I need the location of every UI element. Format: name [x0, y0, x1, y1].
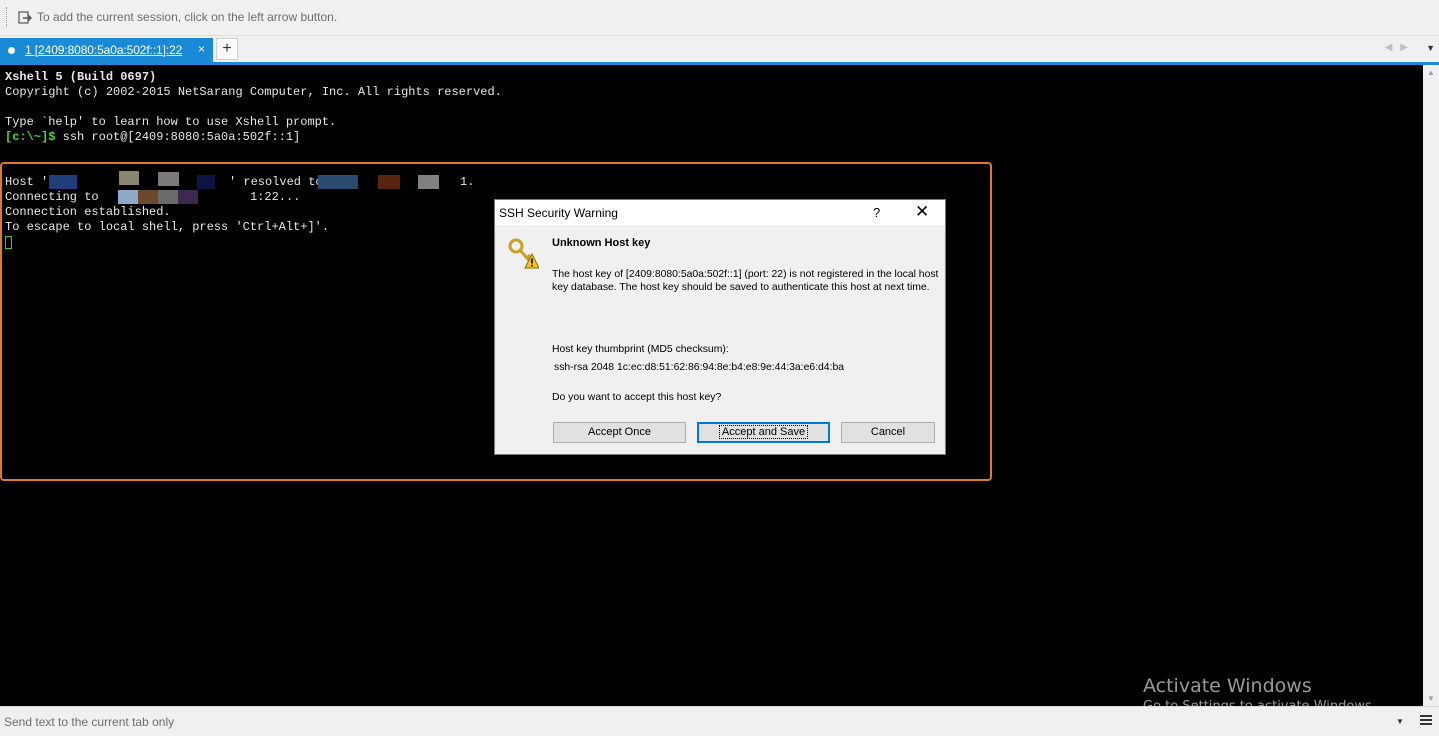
accept-once-button[interactable]: Accept Once [553, 422, 686, 443]
activate-windows-title: Activate Windows [1143, 675, 1312, 697]
new-tab-button[interactable]: + [216, 38, 238, 60]
thumbprint-value: ssh-rsa 2048 1c:ec:d8:51:62:86:94:8e:b4:… [554, 362, 845, 373]
send-text-bar: ▼ [0, 706, 1439, 736]
cancel-button[interactable]: Cancel [841, 422, 935, 443]
ssh-security-warning-dialog: SSH Security Warning ? ✕ Unknown Host ke… [494, 199, 946, 455]
tab-close-icon[interactable]: × [198, 42, 205, 56]
tab-scroll-arrows[interactable]: ◀▶ [1385, 42, 1416, 53]
tab-bar: 1 [2409:8080:5a0a:502f::1]:22 × + ◀▶ ▼ [0, 36, 1439, 62]
scroll-down-icon[interactable]: ▼ [1427, 694, 1435, 703]
tab-menu-icon[interactable]: ▼ [1426, 43, 1435, 53]
thumbprint-label: Host key thumbprint (MD5 checksum): [552, 344, 729, 355]
tab-scroll-left-icon[interactable]: ◀ [1385, 42, 1401, 53]
dialog-title: SSH Security Warning [499, 206, 618, 220]
help-icon[interactable]: ? [873, 205, 880, 220]
session-hint-bar: To add the current session, click on the… [0, 0, 1439, 36]
dialog-titlebar[interactable]: SSH Security Warning ? ✕ [495, 200, 945, 225]
terminal-command: ssh root@[2409:8080:5a0a:502f::1] [55, 130, 301, 144]
tab-label: 1 [2409:8080:5a0a:502f::1]:22 [25, 43, 183, 57]
dialog-heading: Unknown Host key [552, 237, 651, 249]
accept-question: Do you want to accept this host key? [552, 392, 722, 403]
send-target-dropdown-icon[interactable]: ▼ [1396, 717, 1404, 726]
terminal-line: Xshell 5 (Build 0697) [5, 70, 157, 84]
send-text-input[interactable] [4, 712, 1404, 732]
tab-status-dot-icon [8, 47, 15, 54]
session-hint-text: To add the current session, click on the… [37, 10, 338, 24]
scroll-up-icon[interactable]: ▲ [1427, 68, 1435, 77]
close-icon[interactable]: ✕ [915, 202, 929, 222]
accept-and-save-button[interactable]: Accept and Save [697, 422, 830, 443]
terminal-scrollbar[interactable]: ▲ ▼ [1423, 65, 1439, 706]
accept-and-save-label: Accept and Save [718, 425, 809, 439]
terminal-line: [c:\~]$ ssh root@[2409:8080:5a0a:502f::1… [5, 130, 300, 145]
toolbar-grip[interactable] [6, 7, 7, 27]
tab-scroll-right-icon[interactable]: ▶ [1400, 42, 1416, 53]
key-warning-icon [508, 238, 539, 269]
terminal-prompt: [c:\~]$ [5, 130, 56, 144]
dialog-body-text: The host key of [2409:8080:5a0a:502f::1]… [552, 269, 939, 293]
add-session-icon[interactable] [17, 10, 33, 26]
tab-session-1[interactable]: 1 [2409:8080:5a0a:502f::1]:22 × [0, 38, 213, 62]
hamburger-menu-icon[interactable] [1420, 714, 1432, 726]
terminal-line: Copyright (c) 2002-2015 NetSarang Comput… [5, 85, 502, 99]
terminal-line: Type `help' to learn how to use Xshell p… [5, 115, 337, 129]
